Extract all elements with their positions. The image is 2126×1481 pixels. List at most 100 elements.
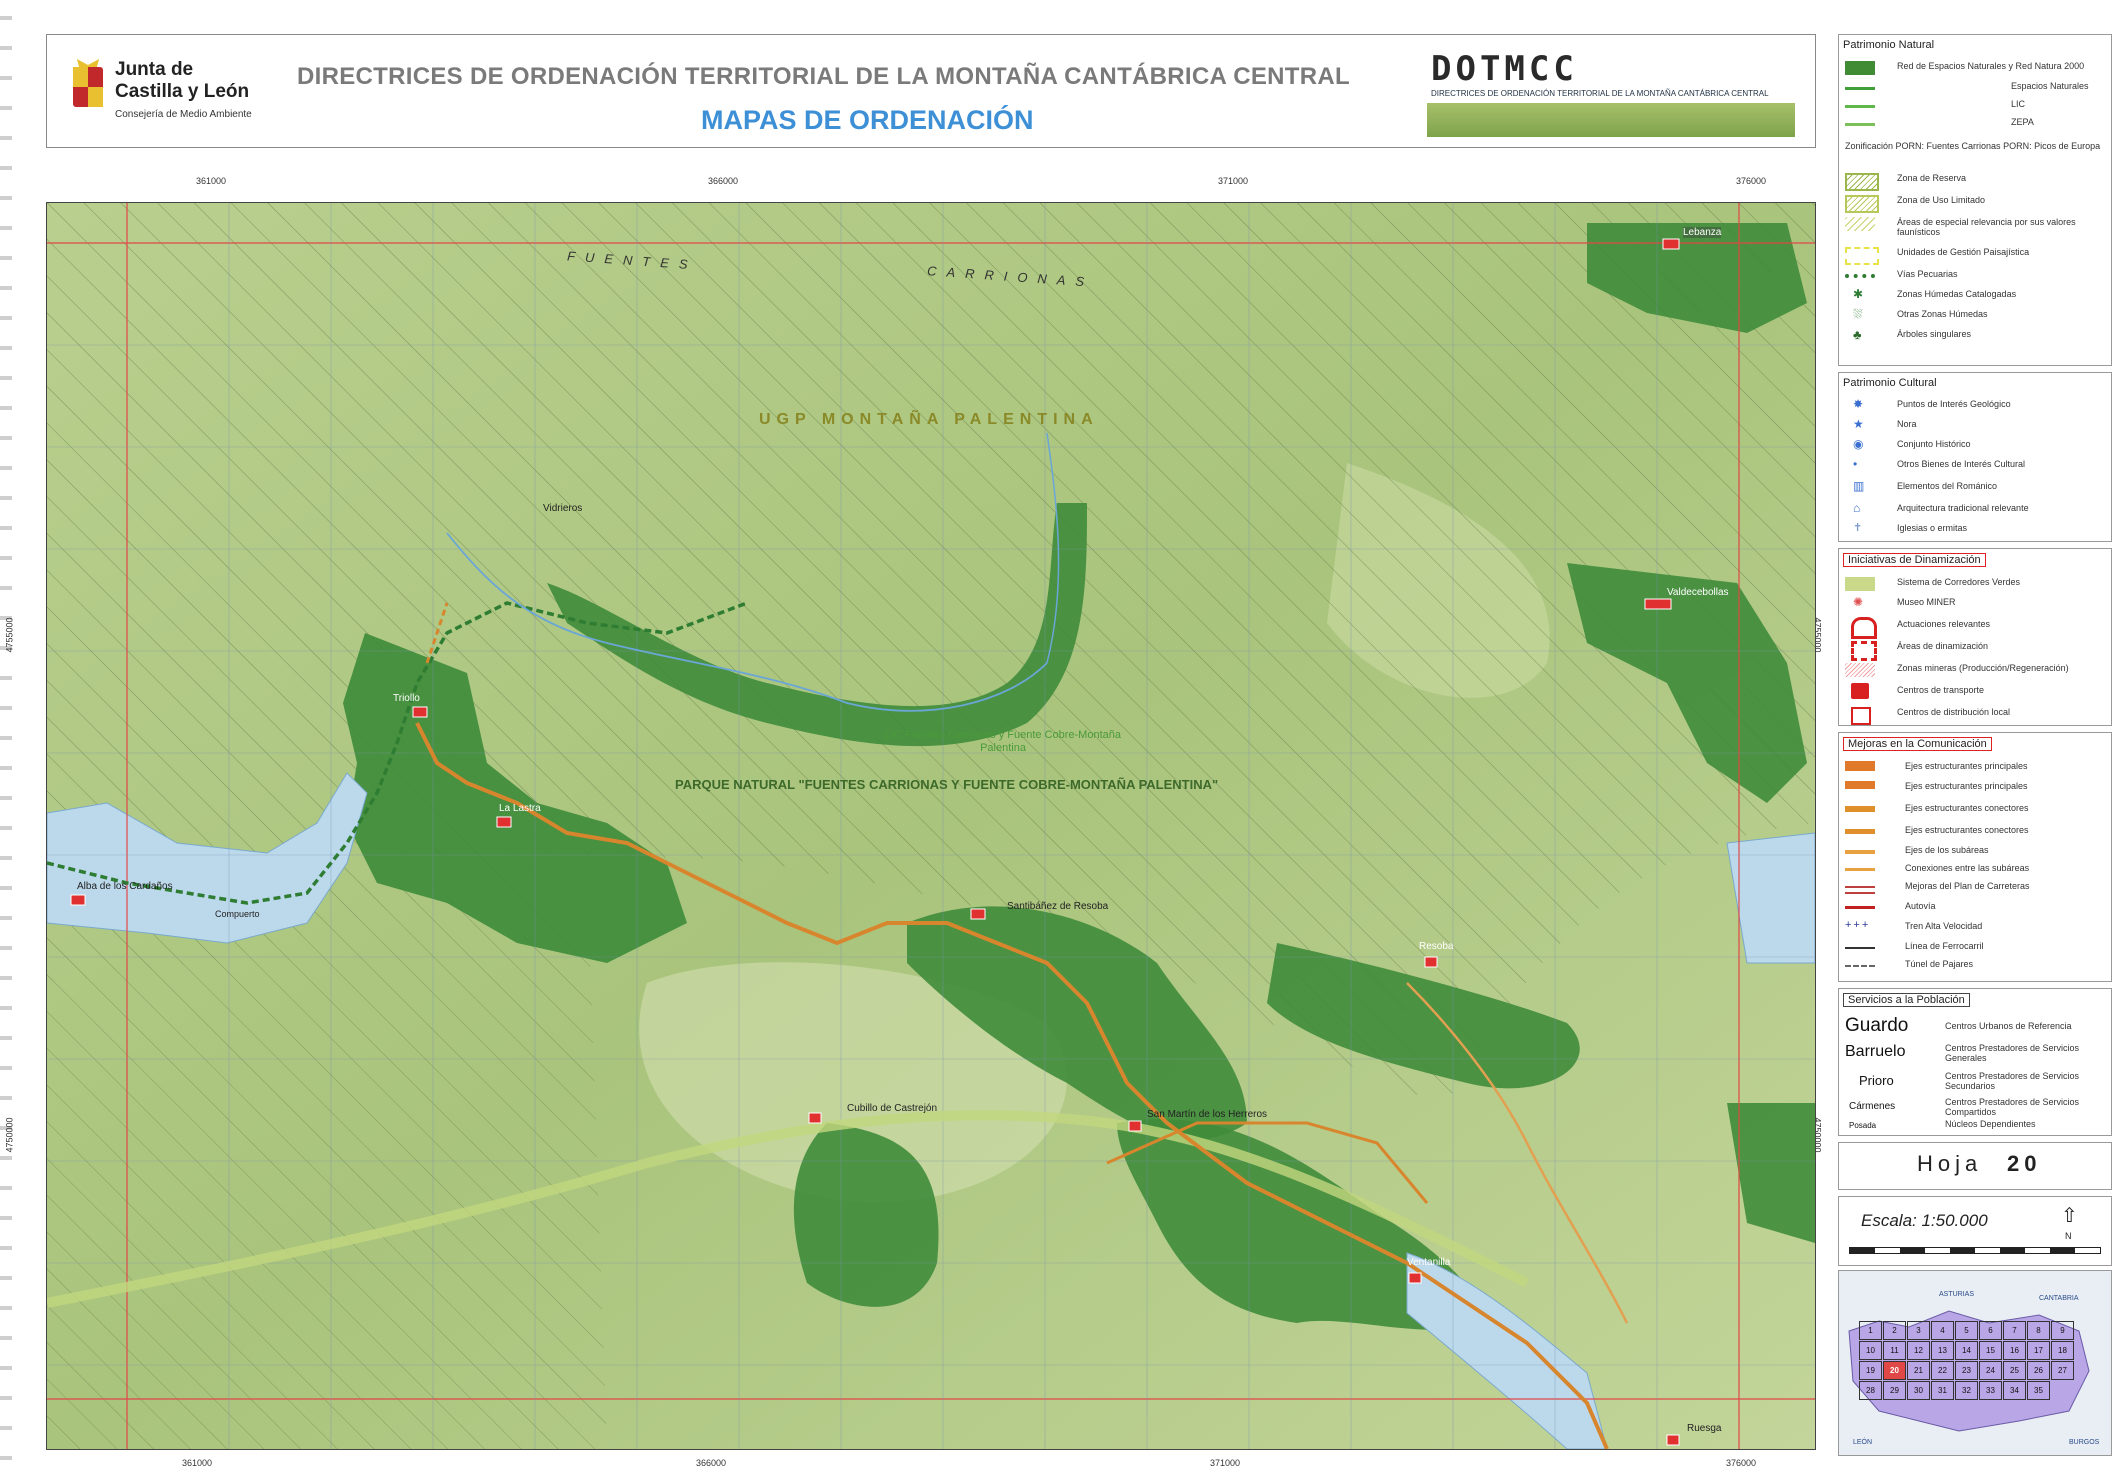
- legend-row: Autovía: [1845, 899, 2107, 917]
- town-marker[interactable]: [1408, 1272, 1422, 1284]
- town-label-cubillo: Cubillo de Castrejón: [847, 1103, 938, 1114]
- north-arrow-icon: ⇧: [2061, 1205, 2078, 1227]
- index-sheet-cell[interactable]: 30: [1907, 1381, 1930, 1400]
- index-sheet-cell[interactable]: 16: [2003, 1341, 2026, 1360]
- index-sheet-cell[interactable]: 18: [2051, 1341, 2074, 1360]
- index-sheet-cell[interactable]: 19: [1859, 1361, 1882, 1380]
- town-marker[interactable]: [496, 816, 512, 828]
- index-sheet-cell[interactable]: 10: [1859, 1341, 1882, 1360]
- action-icon: [1851, 617, 1877, 639]
- legend-row: Red de Espacios Naturales y Red Natura 2…: [1845, 59, 2107, 77]
- legend-label: Unidades de Gestión Paisajística: [1897, 247, 2030, 257]
- index-sheet-cell[interactable]: 17: [2027, 1341, 2050, 1360]
- index-sheet-cell[interactable]: 22: [1931, 1361, 1954, 1380]
- town-marker[interactable]: [1666, 1434, 1680, 1446]
- lic-label: LIC Fuentes Carrionas y Fuente Cobre-Mon…: [884, 729, 1121, 754]
- legend-servicios: Servicios a la Población Guardo Centros …: [1838, 988, 2112, 1136]
- legend-swatch: [1845, 965, 1875, 969]
- index-sheet-cell[interactable]: 20: [1883, 1361, 1906, 1380]
- legend-label: ZEPA: [2011, 117, 2034, 127]
- dotmcc-subtitle: DIRECTRICES DE ORDENACIÓN TERRITORIAL DE…: [1431, 89, 1769, 98]
- coord-bottom-2: 366000: [696, 1458, 727, 1468]
- index-sheet-cell[interactable]: 34: [2003, 1381, 2026, 1400]
- coord-left-1: 4755000: [4, 617, 15, 653]
- town-label-santibanez: Santibáñez de Resoba: [1007, 901, 1109, 912]
- town-marker[interactable]: [808, 1112, 822, 1124]
- legend-swatch: [1845, 850, 1875, 854]
- index-sheet-cell[interactable]: 21: [1907, 1361, 1930, 1380]
- index-sheet-cell[interactable]: 5: [1955, 1321, 1978, 1340]
- legend-servicios-title: Servicios a la Población: [1843, 993, 1970, 1007]
- legend-label: Zonas Húmedas Catalogadas: [1897, 289, 2017, 299]
- legend-label: Actuaciones relevantes: [1897, 619, 1991, 629]
- index-sheet-cell[interactable]: 31: [1931, 1381, 1954, 1400]
- index-map[interactable]: ASTURIAS CANTABRIA LEÓN BURGOS 123456789…: [1838, 1270, 2112, 1456]
- town-marker[interactable]: [412, 706, 428, 718]
- legend-row: Áreas de dinamización: [1845, 639, 2107, 661]
- legend-swatch: [1845, 274, 1875, 282]
- town-marker[interactable]: [1424, 956, 1438, 968]
- legend-label: Tren Alta Velocidad: [1905, 921, 1983, 931]
- legend-row: Áreas de especial relevancia por sus val…: [1845, 215, 2107, 239]
- legend-row: Ejes estructurantes principales: [1845, 759, 2107, 777]
- index-sheet-cell[interactable]: 24: [1979, 1361, 2002, 1380]
- sheet-number-box: Hoja 20: [1838, 1142, 2112, 1190]
- town-label-alba: Alba de los Cardaños: [77, 881, 173, 892]
- index-sheet-cell[interactable]: 25: [2003, 1361, 2026, 1380]
- service-desc: Centros Prestadores de Servicios Secunda…: [1945, 1071, 2080, 1091]
- map-canvas[interactable]: FUENTES CARRIONAS UGP MONTAÑA PALENTINA …: [46, 202, 1816, 1450]
- index-sheet-cell[interactable]: 12: [1907, 1341, 1930, 1360]
- town-marker[interactable]: [1128, 1120, 1142, 1132]
- legend-row: Espacios Naturales: [1845, 79, 2107, 97]
- legend-label: Ejes de los subáreas: [1905, 845, 1989, 855]
- town-marker[interactable]: [1644, 598, 1672, 610]
- index-sheet-cell[interactable]: 28: [1859, 1381, 1882, 1400]
- index-sheet-cell[interactable]: 11: [1883, 1341, 1906, 1360]
- town-marker[interactable]: [970, 908, 986, 920]
- legend-label: Ejes estructurantes principales: [1905, 781, 2028, 791]
- index-sheet-cell[interactable]: 32: [1955, 1381, 1978, 1400]
- index-sheet-cell[interactable]: 1: [1859, 1321, 1882, 1340]
- index-sheet-cell[interactable]: 6: [1979, 1321, 2002, 1340]
- legend-row: ♣ Árboles singulares: [1845, 327, 2107, 345]
- legend-label: Zona de Uso Limitado: [1897, 195, 1986, 205]
- index-sheet-cell[interactable]: 33: [1979, 1381, 2002, 1400]
- legend-row: Zonas mineras (Producción/Regeneración): [1845, 661, 2107, 679]
- index-sheet-cell[interactable]: 29: [1883, 1381, 1906, 1400]
- coat-of-arms-icon: [73, 59, 103, 107]
- legend-row: ZEPA: [1845, 115, 2107, 133]
- index-sheet-cell[interactable]: 35: [2027, 1381, 2050, 1400]
- town-label-san-martin: San Martín de los Herreros: [1147, 1109, 1268, 1120]
- coord-bottom-1: 361000: [182, 1458, 213, 1468]
- index-sheet-cell[interactable]: 27: [2051, 1361, 2074, 1380]
- index-sheet-cell[interactable]: 7: [2003, 1321, 2026, 1340]
- legend-label: Elementos del Románico: [1897, 481, 1998, 491]
- index-sheet-cell[interactable]: 2: [1883, 1321, 1906, 1340]
- index-sheet-cell[interactable]: 8: [2027, 1321, 2050, 1340]
- transport-icon: [1851, 683, 1869, 699]
- legend-label: Vías Pecuarias: [1897, 269, 1958, 279]
- legend-row: ▥ Elementos del Románico: [1845, 479, 2107, 497]
- scale-bar: [1849, 1247, 2101, 1254]
- index-sheet-cell[interactable]: 23: [1955, 1361, 1978, 1380]
- index-sheet-cell[interactable]: 4: [1931, 1321, 1954, 1340]
- legend-row: ◉ Conjunto Histórico: [1845, 437, 2107, 455]
- index-sheet-cell[interactable]: 15: [1979, 1341, 2002, 1360]
- index-sheet-cell[interactable]: 26: [2027, 1361, 2050, 1380]
- legend-label: Túnel de Pajares: [1905, 959, 1974, 969]
- index-sheet-cell[interactable]: 14: [1955, 1341, 1978, 1360]
- romanesque-icon: ▥: [1853, 479, 1865, 493]
- town-marker[interactable]: [1662, 238, 1680, 250]
- museum-icon: ✺: [1853, 595, 1864, 609]
- index-sheet-cell[interactable]: 9: [2051, 1321, 2074, 1340]
- binder-holes: [0, 0, 12, 1481]
- legend-panel: Patrimonio Natural Red de Espacios Natur…: [1838, 34, 2112, 1456]
- index-sheet-cell[interactable]: 3: [1907, 1321, 1930, 1340]
- coord-top-2: 366000: [708, 176, 739, 186]
- legend-row: Ejes estructurantes conectores: [1845, 801, 2107, 819]
- dotmcc-mountain-band: [1427, 103, 1795, 137]
- town-marker[interactable]: [70, 894, 86, 906]
- index-sheet-cell[interactable]: 13: [1931, 1341, 1954, 1360]
- legend-row: ⛆ Otras Zonas Húmedas: [1845, 307, 2107, 325]
- org-line1: Junta de: [115, 59, 194, 80]
